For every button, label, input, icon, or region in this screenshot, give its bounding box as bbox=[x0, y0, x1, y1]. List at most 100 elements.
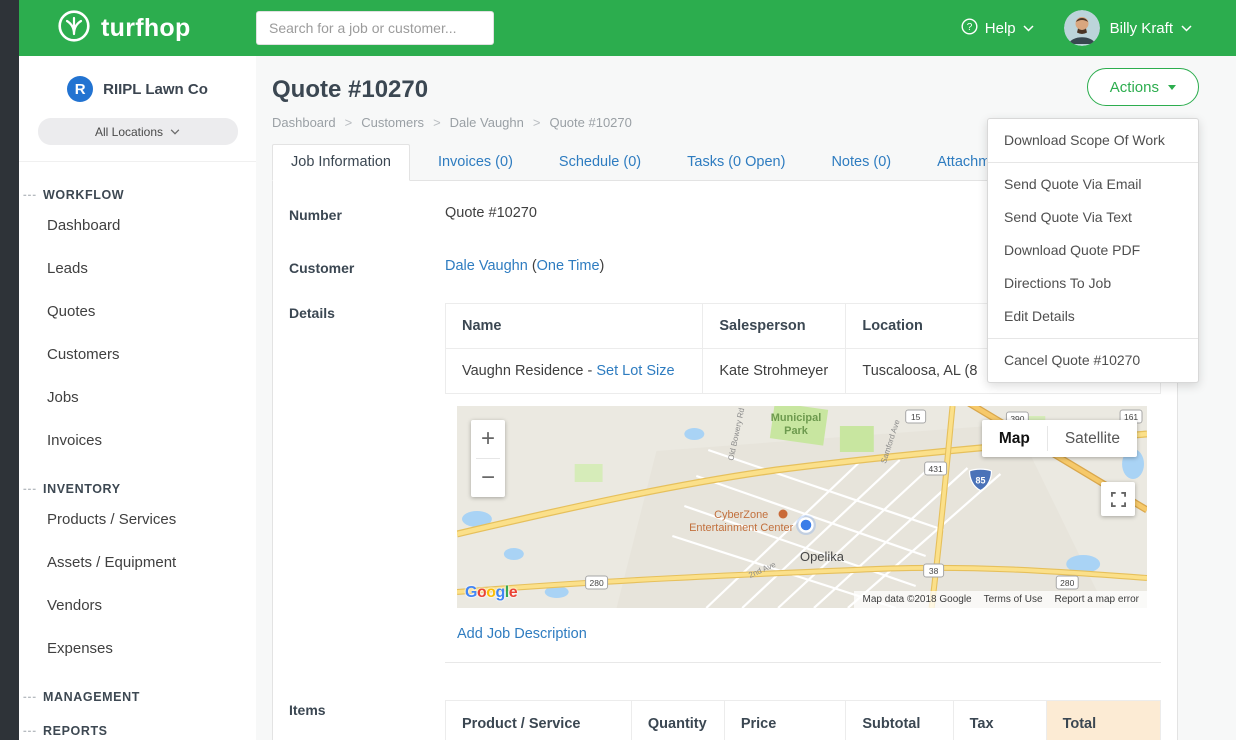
google-map[interactable]: Old Bowery Rd Samford Ave 2nd Ave Munici… bbox=[457, 406, 1147, 608]
details-header-name: Name bbox=[446, 304, 703, 349]
route-shield-280: 280 bbox=[1056, 576, 1078, 589]
page-title: Quote #10270 bbox=[272, 76, 1199, 104]
items-header-product-service: Product / Service bbox=[446, 701, 632, 740]
menu-download-scope-of-work[interactable]: Download Scope Of Work bbox=[988, 124, 1198, 157]
sidebar-item-quotes[interactable]: Quotes bbox=[23, 290, 256, 333]
svg-text:38: 38 bbox=[929, 566, 939, 576]
top-navbar: turfhop ? Help bbox=[19, 0, 1236, 56]
poi-label: Entertainment Center bbox=[689, 522, 793, 534]
details-label: Details bbox=[289, 303, 445, 663]
turfhop-logo-icon bbox=[57, 9, 91, 48]
sidebar-item-leads[interactable]: Leads bbox=[23, 247, 256, 290]
svg-text:15: 15 bbox=[911, 412, 921, 422]
breadcrumb-customers[interactable]: Customers bbox=[361, 115, 424, 130]
section-dashes-icon: --- bbox=[23, 726, 37, 737]
svg-text:?: ? bbox=[967, 22, 973, 33]
user-avatar[interactable] bbox=[1064, 10, 1100, 46]
sidebar-item-jobs[interactable]: Jobs bbox=[23, 376, 256, 419]
user-name: Billy Kraft bbox=[1110, 20, 1173, 37]
company-logo: R bbox=[67, 76, 93, 102]
sidebar-item-products-services[interactable]: Products / Services bbox=[23, 498, 256, 541]
fullscreen-button[interactable] bbox=[1101, 482, 1135, 516]
items-label: Items bbox=[289, 700, 445, 740]
customer-link[interactable]: Dale Vaughn bbox=[445, 258, 528, 274]
company-switcher[interactable]: R RIIPL Lawn Co bbox=[35, 76, 240, 102]
breadcrumb-customer-name[interactable]: Dale Vaughn bbox=[450, 115, 524, 130]
city-label: Opelika bbox=[800, 549, 845, 564]
brand[interactable]: turfhop bbox=[19, 9, 256, 48]
section-dashes-icon: --- bbox=[23, 692, 37, 703]
menu-send-quote-via-text[interactable]: Send Quote Via Text bbox=[988, 201, 1198, 234]
tab-job-information[interactable]: Job Information bbox=[272, 144, 410, 181]
menu-directions-to-job[interactable]: Directions To Job bbox=[988, 267, 1198, 300]
route-shield-431: 431 bbox=[925, 462, 947, 475]
zoom-control: + − bbox=[471, 420, 505, 497]
items-row: Items Product / Service Quantity Price S… bbox=[289, 680, 1161, 740]
map-type-control: Map Satellite bbox=[982, 420, 1137, 457]
menu-send-quote-via-email[interactable]: Send Quote Via Email bbox=[988, 168, 1198, 201]
actions-button[interactable]: Actions bbox=[1087, 68, 1199, 106]
brand-name: turfhop bbox=[101, 14, 191, 43]
section-reports[interactable]: --- REPORTS bbox=[23, 724, 256, 738]
section-dashes-icon: --- bbox=[23, 484, 37, 495]
add-job-description-link[interactable]: Add Job Description bbox=[457, 626, 587, 642]
map-type-satellite-button[interactable]: Satellite bbox=[1048, 420, 1137, 457]
sidebar-item-invoices[interactable]: Invoices bbox=[23, 419, 256, 462]
breadcrumb-separator: > bbox=[533, 115, 541, 130]
user-menu[interactable]: Billy Kraft bbox=[1110, 20, 1192, 37]
sidebar-item-assets-equipment[interactable]: Assets / Equipment bbox=[23, 541, 256, 584]
svg-text:280: 280 bbox=[590, 578, 604, 588]
tab-schedule[interactable]: Schedule (0) bbox=[541, 145, 659, 180]
menu-cancel-quote[interactable]: Cancel Quote #10270 bbox=[988, 344, 1198, 377]
menu-download-quote-pdf[interactable]: Download Quote PDF bbox=[988, 234, 1198, 267]
zoom-in-button[interactable]: + bbox=[471, 420, 505, 458]
location-filter[interactable]: All Locations bbox=[38, 118, 238, 145]
map-marker[interactable] bbox=[800, 519, 813, 532]
park-label: Park bbox=[784, 425, 809, 437]
tab-notes[interactable]: Notes (0) bbox=[813, 145, 909, 180]
route-shield-38: 38 bbox=[924, 564, 944, 577]
sidebar-item-customers[interactable]: Customers bbox=[23, 333, 256, 376]
svg-text:280: 280 bbox=[1060, 578, 1074, 588]
route-shield-280: 280 bbox=[586, 576, 608, 589]
paren: ) bbox=[600, 258, 605, 274]
sidebar-item-vendors[interactable]: Vendors bbox=[23, 584, 256, 627]
google-logo[interactable]: Google bbox=[465, 584, 517, 602]
sidebar-item-dashboard[interactable]: Dashboard bbox=[23, 204, 256, 247]
company-name: RIIPL Lawn Co bbox=[103, 81, 208, 98]
section-inventory: --- INVENTORY bbox=[23, 482, 256, 496]
sidebar-item-expenses[interactable]: Expenses bbox=[23, 627, 256, 670]
poi-icon bbox=[779, 510, 788, 519]
customer-type-link[interactable]: One Time bbox=[537, 258, 600, 274]
report-map-error-link[interactable]: Report a map error bbox=[1055, 594, 1139, 605]
section-management[interactable]: --- MANAGEMENT bbox=[23, 690, 256, 704]
route-shield-15: 15 bbox=[906, 410, 926, 423]
left-dark-rail bbox=[0, 0, 19, 740]
items-header-price: Price bbox=[724, 701, 846, 740]
customer-label: Customer bbox=[289, 258, 445, 276]
svg-text:85: 85 bbox=[975, 475, 985, 485]
map-type-map-button[interactable]: Map bbox=[982, 420, 1047, 457]
global-search bbox=[256, 11, 494, 45]
zoom-out-button[interactable]: − bbox=[471, 459, 505, 497]
map-data-credit: Map data ©2018 Google bbox=[862, 594, 971, 605]
search-input[interactable] bbox=[256, 11, 494, 45]
menu-divider bbox=[988, 338, 1198, 339]
menu-edit-details[interactable]: Edit Details bbox=[988, 300, 1198, 333]
number-label: Number bbox=[289, 205, 445, 223]
svg-text:431: 431 bbox=[929, 464, 943, 474]
breadcrumb-current: Quote #10270 bbox=[549, 115, 631, 130]
caret-down-icon bbox=[1168, 85, 1176, 90]
breadcrumb-separator: > bbox=[345, 115, 353, 130]
poi-label: CyberZone bbox=[714, 509, 768, 521]
details-header-salesperson: Salesperson bbox=[703, 304, 846, 349]
tab-tasks[interactable]: Tasks (0 Open) bbox=[669, 145, 803, 180]
terms-of-use-link[interactable]: Terms of Use bbox=[984, 594, 1043, 605]
breadcrumb-dashboard[interactable]: Dashboard bbox=[272, 115, 336, 130]
help-label: Help bbox=[985, 20, 1016, 37]
set-lot-size-link[interactable]: Set Lot Size bbox=[596, 363, 674, 379]
detail-name-cell: Vaughn Residence - Set Lot Size bbox=[446, 349, 703, 394]
tab-invoices[interactable]: Invoices (0) bbox=[420, 145, 531, 180]
help-menu[interactable]: ? Help bbox=[961, 18, 1034, 39]
actions-dropdown: Download Scope Of Work Send Quote Via Em… bbox=[987, 118, 1199, 383]
